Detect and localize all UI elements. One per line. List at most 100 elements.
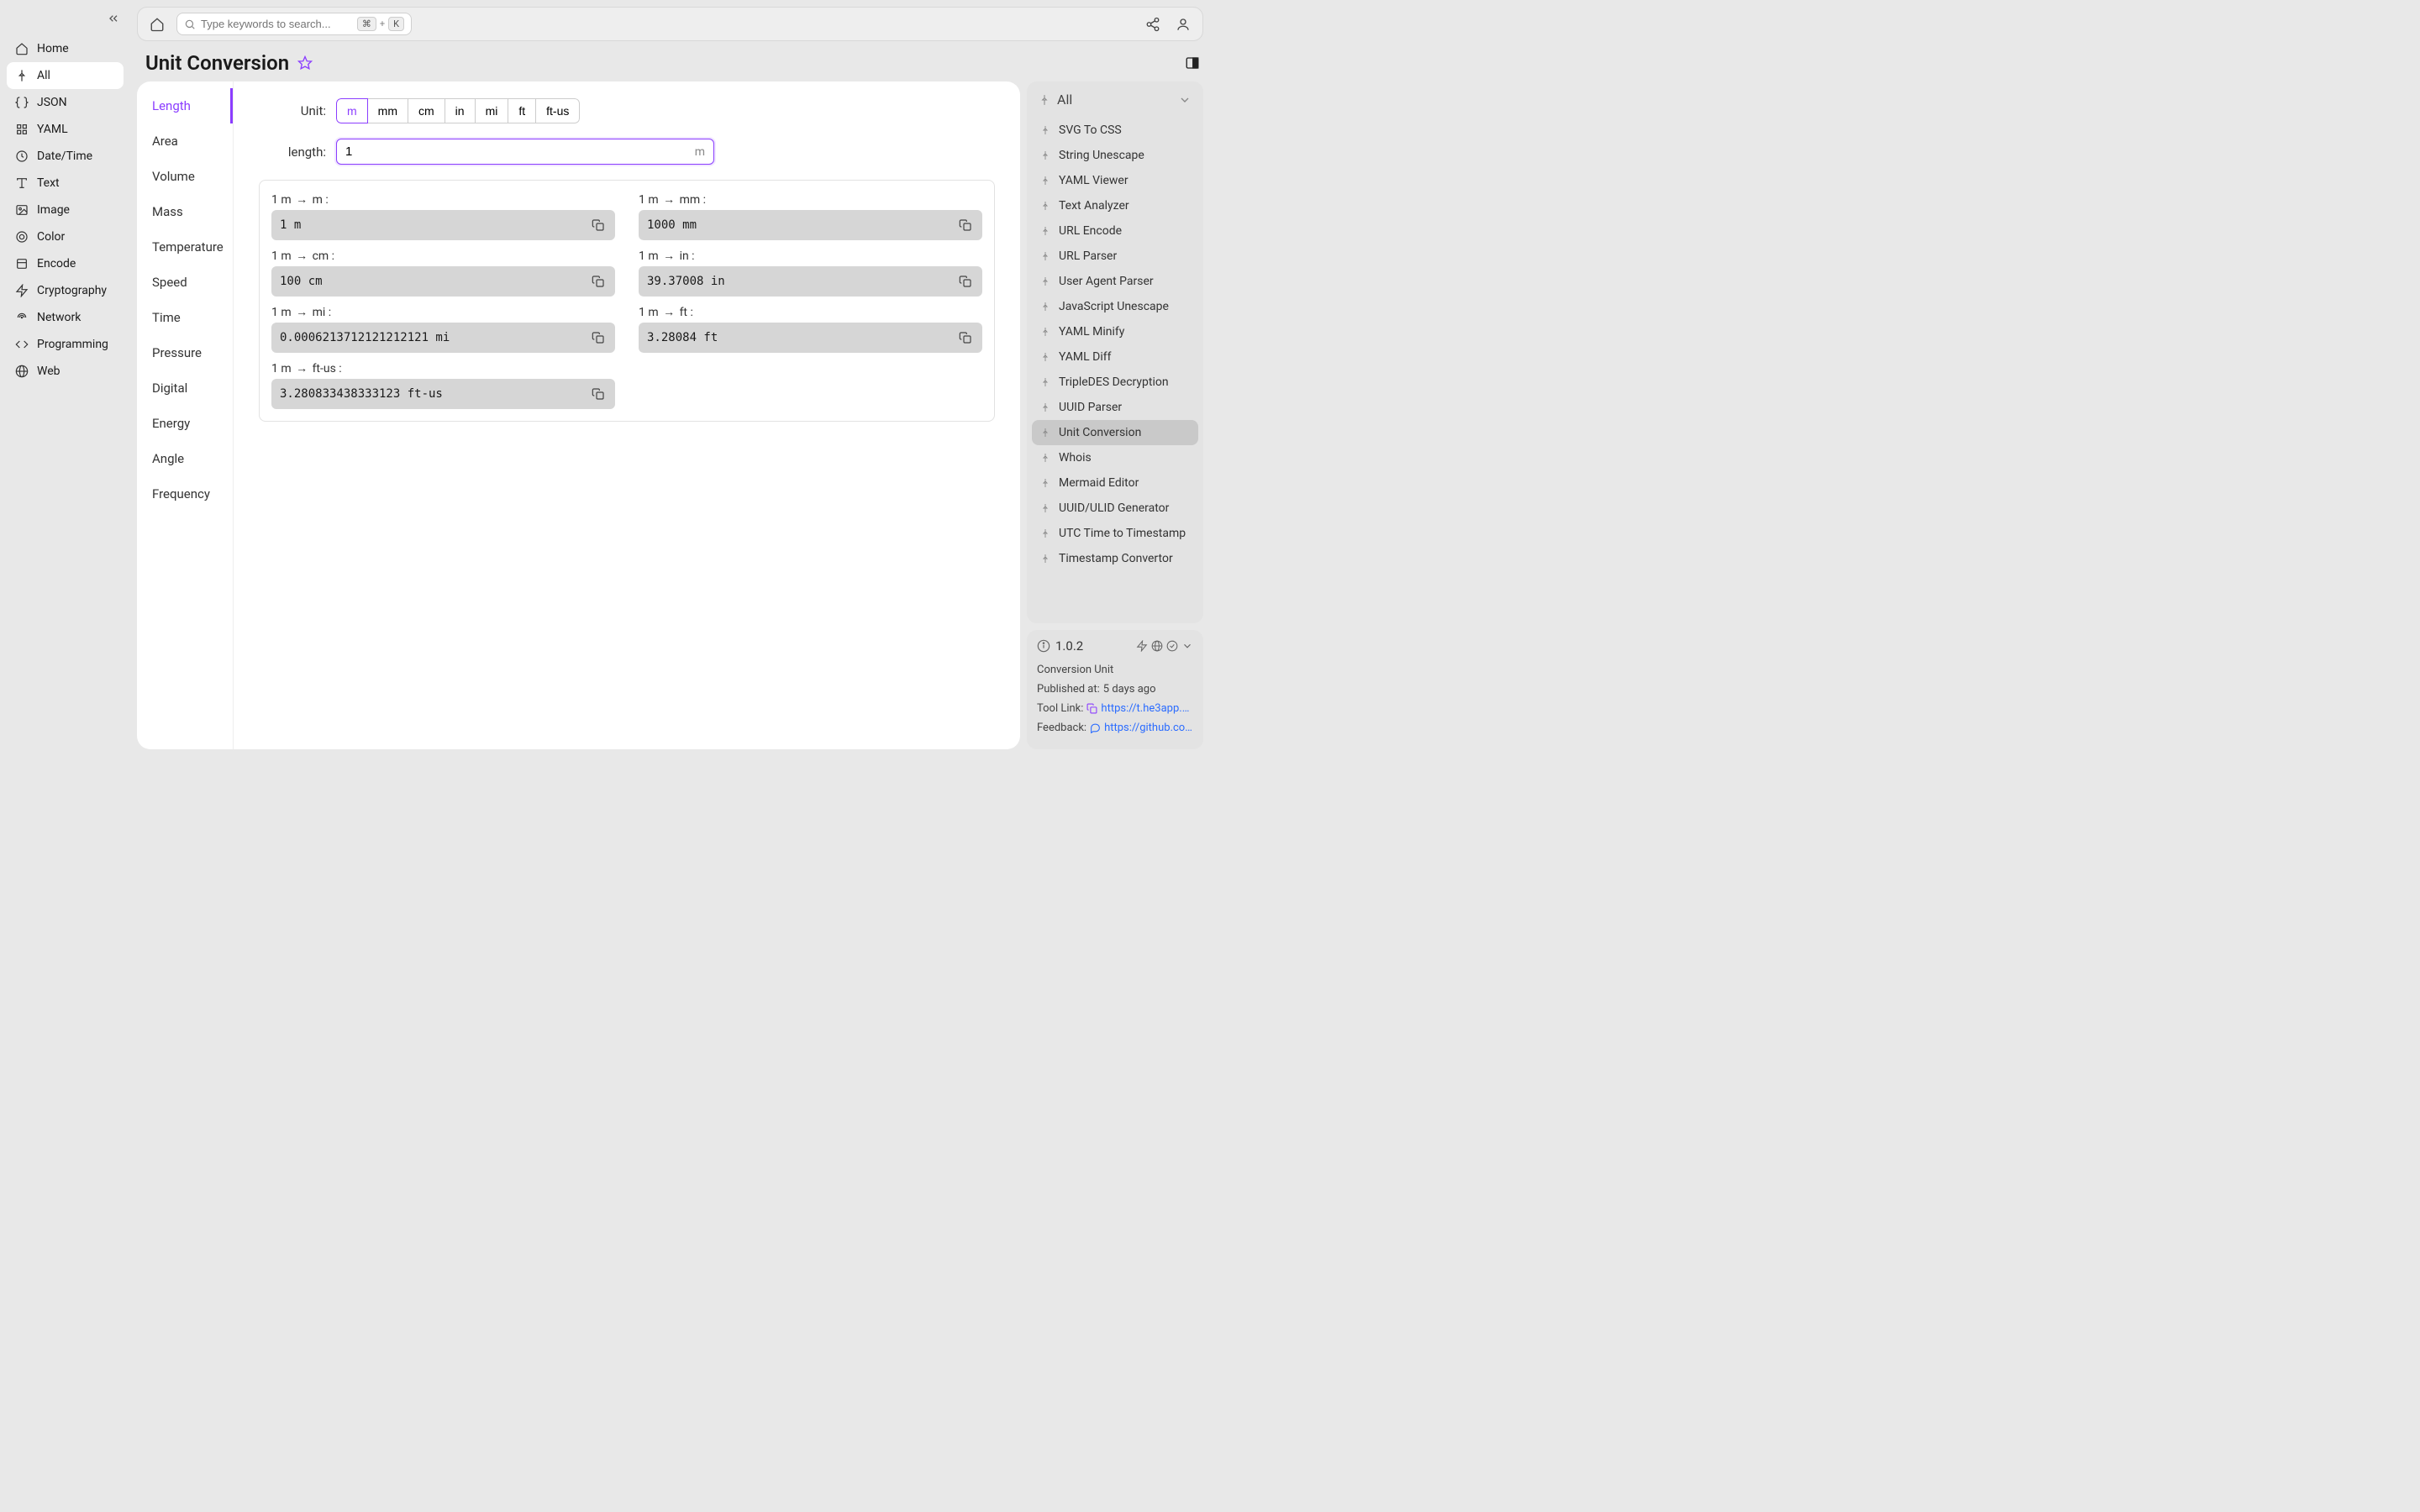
tool-list-label: YAML Diff	[1059, 350, 1111, 364]
unit-option-ft[interactable]: ft	[508, 98, 536, 123]
category-tab-pressure[interactable]: Pressure	[137, 335, 233, 370]
globe-icon[interactable]	[1151, 640, 1163, 652]
category-tab-digital[interactable]: Digital	[137, 370, 233, 406]
web-icon	[15, 365, 29, 378]
user-icon	[1176, 17, 1191, 32]
feedback-link[interactable]: https://github.com/…	[1104, 722, 1193, 734]
result-value: 3.28084 ft	[639, 323, 982, 353]
tool-list-item[interactable]: YAML Viewer	[1032, 168, 1198, 193]
category-tab-area[interactable]: Area	[137, 123, 233, 159]
tool-list-label: JavaScript Unescape	[1059, 300, 1169, 313]
category-tab-length[interactable]: Length	[137, 88, 233, 123]
tools-panel-header[interactable]: All	[1027, 81, 1203, 118]
copy-button[interactable]	[590, 217, 607, 234]
unit-option-mm[interactable]: mm	[367, 98, 408, 123]
sidebar-item-all[interactable]: All	[7, 62, 124, 89]
sidebar-item-network[interactable]: Network	[7, 304, 124, 331]
sidebar-item-cryptography[interactable]: Cryptography	[7, 277, 124, 304]
unit-option-cm[interactable]: cm	[408, 98, 445, 123]
sidebar-item-web[interactable]: Web	[7, 358, 124, 385]
tool-list-item[interactable]: UTC Time to Timestamp	[1032, 521, 1198, 546]
unit-option-m[interactable]: m	[336, 98, 368, 123]
length-input-wrap[interactable]: m	[336, 139, 714, 165]
pin-icon	[1040, 453, 1052, 463]
category-tab-temperature[interactable]: Temperature	[137, 229, 233, 265]
right-panel-toggle[interactable]	[1185, 55, 1200, 71]
chevron-down-icon[interactable]	[1181, 640, 1193, 652]
tool-list-item[interactable]: Mermaid Editor	[1032, 470, 1198, 496]
copy-button[interactable]	[957, 217, 974, 234]
tool-list-label: String Unescape	[1059, 149, 1144, 162]
unit-option-mi[interactable]: mi	[475, 98, 509, 123]
panel-right-icon	[1185, 55, 1200, 71]
check-circle-icon[interactable]	[1166, 640, 1178, 652]
page-title: Unit Conversion	[145, 51, 289, 75]
sidebar-item-json[interactable]: JSON	[7, 89, 124, 116]
search-input[interactable]	[201, 18, 352, 30]
category-tab-speed[interactable]: Speed	[137, 265, 233, 300]
unit-segmented-control[interactable]: mmmcminmiftft-us	[336, 98, 580, 123]
length-input[interactable]	[345, 144, 695, 159]
tool-list-item[interactable]: TripleDES Decryption	[1032, 370, 1198, 395]
tool-list-item[interactable]: UUID/ULID Generator	[1032, 496, 1198, 521]
copy-button[interactable]	[590, 329, 607, 346]
category-tab-mass[interactable]: Mass	[137, 194, 233, 229]
unit-option-in[interactable]: in	[445, 98, 476, 123]
sidebar-item-color[interactable]: Color	[7, 223, 124, 250]
category-tab-angle[interactable]: Angle	[137, 441, 233, 476]
sidebar-item-image[interactable]: Image	[7, 197, 124, 223]
tool-list-item[interactable]: Unit Conversion	[1032, 420, 1198, 445]
result-label: 1 m → mi :	[271, 302, 615, 323]
sidebar-item-programming[interactable]: Programming	[7, 331, 124, 358]
copy-link-icon[interactable]	[1086, 703, 1097, 714]
tool-list-item[interactable]: User Agent Parser	[1032, 269, 1198, 294]
category-tab-volume[interactable]: Volume	[137, 159, 233, 194]
copy-button[interactable]	[590, 386, 607, 402]
chat-icon[interactable]	[1090, 722, 1101, 733]
tool-list-item[interactable]: String Unescape	[1032, 143, 1198, 168]
sidebar-collapse-button[interactable]	[103, 8, 124, 29]
tool-link[interactable]: https://t.he3app.co…	[1101, 702, 1193, 715]
tool-list-item[interactable]: URL Encode	[1032, 218, 1198, 244]
tool-list-item[interactable]: URL Parser	[1032, 244, 1198, 269]
pin-icon	[1040, 150, 1052, 160]
account-button[interactable]	[1172, 13, 1194, 35]
copy-button[interactable]	[957, 329, 974, 346]
unit-option-ft-us[interactable]: ft-us	[535, 98, 580, 123]
pin-icon	[1040, 503, 1052, 513]
category-tab-energy[interactable]: Energy	[137, 406, 233, 441]
sidebar-item-text[interactable]: Text	[7, 170, 124, 197]
tool-list-item[interactable]: Text Analyzer	[1032, 193, 1198, 218]
sidebar-item-yaml[interactable]: YAML	[7, 116, 124, 143]
tool-card: LengthAreaVolumeMassTemperatureSpeedTime…	[137, 81, 1020, 749]
tool-list-label: URL Parser	[1059, 249, 1117, 263]
sidebar-item-encode[interactable]: Encode	[7, 250, 124, 277]
sidebar-item-label: Home	[37, 42, 69, 55]
result-value: 0.0006213712121212121 mi	[271, 323, 615, 353]
search-icon	[184, 18, 196, 30]
pin-icon	[1040, 554, 1052, 564]
favorite-button[interactable]	[297, 55, 313, 71]
tool-list-item[interactable]: YAML Diff	[1032, 344, 1198, 370]
result-item: 1 m → m :1 m	[271, 189, 615, 240]
tool-list-item[interactable]: YAML Minify	[1032, 319, 1198, 344]
version-text: 1.0.2	[1055, 638, 1083, 654]
copy-button[interactable]	[957, 273, 974, 290]
category-tab-frequency[interactable]: Frequency	[137, 476, 233, 512]
tool-list-item[interactable]: Timestamp Convertor	[1032, 546, 1198, 571]
search-box[interactable]: ⌘ + K	[176, 13, 412, 35]
tool-list-item[interactable]: JavaScript Unescape	[1032, 294, 1198, 319]
share-button[interactable]	[1142, 13, 1164, 35]
tool-list-item[interactable]: Whois	[1032, 445, 1198, 470]
tools-list[interactable]: SVG To CSS String Unescape YAML ViewerText…	[1027, 118, 1203, 618]
category-tab-time[interactable]: Time	[137, 300, 233, 335]
sidebar-item-home[interactable]: Home	[7, 35, 124, 62]
tools-panel: All SVG To CSS String Unescape YAML Viewer…	[1027, 81, 1203, 623]
bolt-icon[interactable]	[1136, 640, 1148, 652]
home-button[interactable]	[146, 13, 168, 35]
copy-button[interactable]	[590, 273, 607, 290]
tool-list-item[interactable]: UUID Parser	[1032, 395, 1198, 420]
sidebar-item-date-time[interactable]: Date/Time	[7, 143, 124, 170]
sidebar-item-label: Cryptography	[37, 284, 107, 297]
tool-list-item[interactable]: SVG To CSS	[1032, 118, 1198, 143]
